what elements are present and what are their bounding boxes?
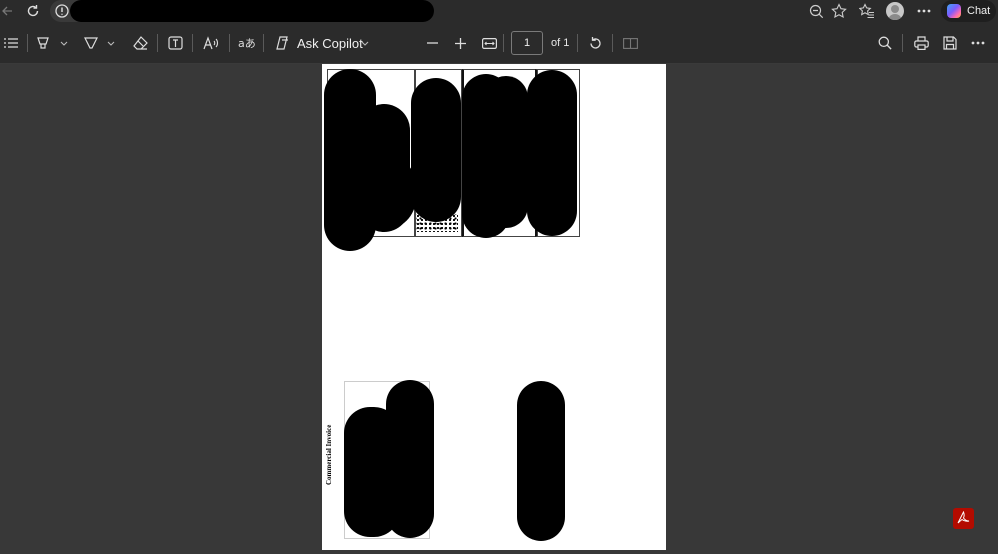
browser-top-bar: Chat <box>0 0 998 23</box>
contents-icon[interactable] <box>3 34 19 52</box>
print-icon[interactable] <box>912 34 930 52</box>
fit-page-icon[interactable] <box>480 34 498 52</box>
divider <box>27 34 28 52</box>
redaction-mark <box>386 380 434 538</box>
refresh-icon[interactable] <box>24 2 42 20</box>
page-count: of 1 <box>551 37 570 49</box>
page-number-input[interactable]: 1 <box>511 31 543 55</box>
redaction-mark <box>411 78 461 222</box>
redaction-mark <box>342 154 416 230</box>
save-icon[interactable] <box>941 34 959 52</box>
chevron-down-icon[interactable] <box>58 35 70 51</box>
highlight-icon[interactable] <box>35 34 51 52</box>
redacted-url <box>70 0 434 22</box>
divider <box>612 34 613 52</box>
pdf-page: Commercial Invoice <box>322 64 666 550</box>
ask-copilot-button[interactable]: Ask Copilot <box>297 36 363 51</box>
redaction-mark <box>527 70 577 236</box>
divider <box>229 34 230 52</box>
zoom-out-button[interactable] <box>424 34 440 52</box>
redaction-mark <box>517 381 565 541</box>
zoom-in-button[interactable] <box>452 34 468 52</box>
divider <box>157 34 158 52</box>
eraser-icon[interactable] <box>131 34 149 52</box>
chevron-down-icon[interactable] <box>105 35 117 51</box>
info-icon[interactable] <box>53 2 71 20</box>
chat-button[interactable]: Chat <box>941 0 996 22</box>
draw-icon[interactable] <box>83 34 99 52</box>
chat-label: Chat <box>967 5 991 17</box>
read-aloud-icon[interactable] <box>201 34 221 52</box>
divider <box>263 34 264 52</box>
back-arrow-icon[interactable] <box>0 2 14 20</box>
search-icon[interactable] <box>876 34 894 52</box>
pdf-app-icon <box>953 508 974 529</box>
more-icon[interactable] <box>969 34 987 52</box>
divider <box>577 34 578 52</box>
more-icon[interactable] <box>915 2 933 20</box>
favorites-icon[interactable] <box>858 2 876 20</box>
zoom-out-icon[interactable] <box>807 2 825 20</box>
chevron-down-icon[interactable] <box>359 35 371 51</box>
pdf-toolbar <box>0 23 998 64</box>
divider <box>503 34 504 52</box>
svg-text:aあ: aあ <box>238 37 255 49</box>
avatar[interactable] <box>886 2 904 20</box>
page-view-icon[interactable] <box>621 34 639 52</box>
translate-icon[interactable]: aあ <box>237 34 255 52</box>
divider <box>902 34 903 52</box>
copilot-icon[interactable] <box>274 34 292 52</box>
rotate-icon[interactable] <box>586 34 604 52</box>
copilot-icon <box>947 4 961 18</box>
divider <box>192 34 193 52</box>
star-icon[interactable] <box>830 2 848 20</box>
text-box-icon[interactable] <box>166 34 184 52</box>
redaction-mark <box>484 76 528 228</box>
document-vertical-label: Commercial Invoice <box>325 424 333 485</box>
